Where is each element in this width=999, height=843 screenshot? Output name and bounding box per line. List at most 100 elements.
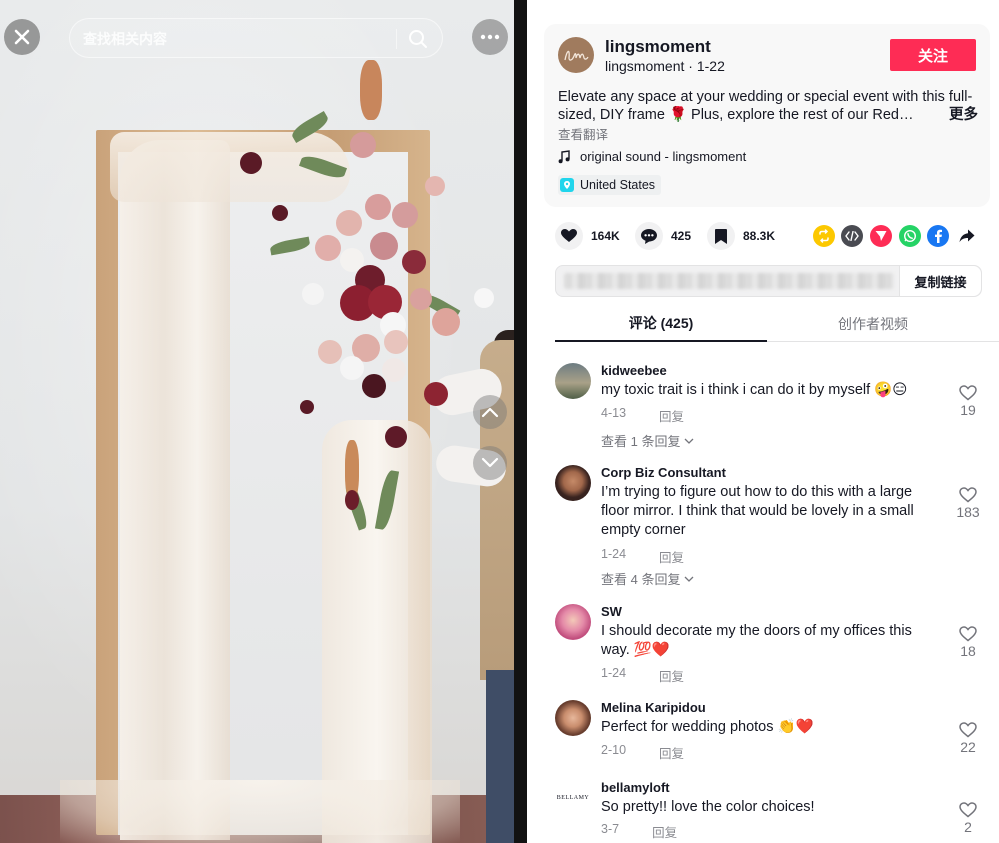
next-video-button[interactable] [473, 446, 507, 480]
comment-like-button[interactable]: 18 [950, 626, 986, 659]
view-replies-label: 查看 1 条回复 [601, 434, 681, 449]
video-drape-left [120, 140, 230, 840]
reply-button[interactable]: 回复 [659, 666, 684, 685]
save-button[interactable]: 88.3K [707, 222, 775, 250]
previous-video-button[interactable] [473, 395, 507, 429]
comment-text: my toxic trait is i think i can do it by… [601, 382, 908, 398]
video-description: Elevate any space at your wedding or spe… [558, 88, 978, 124]
share-more-button[interactable] [956, 225, 978, 247]
reply-button[interactable]: 回复 [652, 822, 677, 841]
commenter-name[interactable]: Corp Biz Consultant [601, 465, 726, 480]
reply-button[interactable]: 回复 [659, 547, 684, 566]
commenter-name[interactable]: SW [601, 604, 622, 619]
whatsapp-icon [903, 229, 917, 243]
follow-button[interactable]: 关注 [890, 39, 976, 71]
like-button[interactable]: 164K [555, 222, 620, 250]
comment-like-count: 19 [960, 402, 976, 418]
comment-item: Melina Karipidou Perfect for wedding pho… [555, 700, 995, 764]
commenter-avatar[interactable] [555, 604, 591, 640]
comment-like-button[interactable]: 2 [950, 802, 986, 835]
comment-count: 425 [671, 229, 692, 243]
description-text: Elevate any space at your wedding or spe… [558, 89, 973, 123]
comment-date: 4-13 [601, 406, 627, 420]
video-drape-floor [60, 780, 460, 843]
post-date: 1-22 [696, 58, 725, 74]
commenter-avatar[interactable] [555, 363, 591, 399]
comment-like-button[interactable]: 183 [950, 487, 986, 520]
comment-button[interactable]: 425 [635, 222, 691, 250]
comment-like-count: 18 [960, 643, 976, 659]
comment-text: Perfect for wedding photos 👏❤️ [601, 719, 814, 735]
reply-button[interactable]: 回复 [659, 406, 684, 425]
tab-creator-videos[interactable]: 创作者视频 [767, 306, 979, 342]
more-options-button[interactable] [472, 19, 508, 55]
translate-link[interactable]: 查看翻译 [558, 124, 608, 143]
chevron-down-icon [481, 457, 499, 468]
reply-button[interactable]: 回复 [659, 743, 684, 762]
chevron-up-icon [481, 407, 499, 418]
video-player[interactable] [0, 0, 514, 843]
comment-like-count: 22 [960, 739, 976, 755]
comment-bubble-icon [635, 222, 663, 250]
more-horizontal-icon [480, 34, 500, 40]
copy-link-button[interactable]: 复制链接 [899, 266, 981, 296]
heart-outline-icon [959, 802, 977, 818]
comment-like-button[interactable]: 19 [950, 385, 986, 418]
comment-like-count: 183 [956, 504, 980, 520]
chevron-down-icon [685, 438, 694, 444]
close-button[interactable] [4, 19, 40, 55]
share-link-bar: 复制链接 [555, 265, 982, 297]
embed-code-icon [845, 231, 859, 241]
comment-meta: 1-24 回复 [601, 666, 684, 685]
commenter-avatar[interactable] [555, 465, 591, 501]
search-input[interactable] [83, 28, 383, 50]
location-pin-icon [560, 178, 574, 192]
heart-icon [555, 222, 583, 250]
embed-button[interactable] [841, 225, 863, 247]
comment-meta: 1-24 回复 [601, 547, 684, 566]
send-icon [875, 231, 887, 241]
location-tag[interactable]: United States [558, 175, 662, 195]
facebook-icon [935, 229, 942, 243]
commenter-name[interactable]: kidweebee [601, 363, 667, 378]
heart-outline-icon [959, 722, 977, 738]
send-to-friends-button[interactable] [870, 225, 892, 247]
close-icon [14, 29, 30, 45]
repost-button[interactable] [813, 225, 835, 247]
comment-date: 1-24 [601, 666, 627, 680]
music-note-icon [558, 149, 570, 163]
comment-meta: 3-7 回复 [601, 822, 677, 841]
comments-tabs: 评论 (425) 创作者视频 [555, 306, 999, 342]
music-link[interactable]: original sound - lingsmoment [558, 149, 746, 164]
comment-date: 1-24 [601, 547, 627, 561]
bookmark-icon [707, 222, 735, 250]
details-panel: lingsmoment lingsmoment · 1-22 关注 Elevat… [527, 0, 999, 843]
search-box[interactable] [69, 18, 443, 58]
commenter-name[interactable]: bellamyloft [601, 780, 670, 795]
commenter-name[interactable]: Melina Karipidou [601, 700, 706, 715]
comment-like-count: 2 [964, 819, 972, 835]
bellamy-logo: BELLAMY [556, 795, 590, 801]
share-link-text-blurred[interactable] [564, 273, 894, 289]
description-more-link[interactable]: 更多 [945, 106, 978, 124]
commenter-avatar[interactable] [555, 700, 591, 736]
chevron-down-icon [685, 576, 694, 582]
share-whatsapp-button[interactable] [899, 225, 921, 247]
comment-date: 2-10 [601, 743, 627, 757]
author-meta: lingsmoment · 1-22 [605, 58, 725, 74]
view-replies-link[interactable]: 查看 4 条回复 [601, 569, 694, 588]
author-handle[interactable]: lingsmoment [605, 58, 684, 74]
share-arrow-icon [959, 229, 975, 243]
tab-comments[interactable]: 评论 (425) [555, 306, 767, 342]
author-name[interactable]: lingsmoment [605, 37, 711, 57]
commenter-avatar[interactable]: BELLAMY [555, 780, 591, 816]
view-replies-link[interactable]: 查看 1 条回复 [601, 431, 694, 450]
author-logo-icon [564, 50, 589, 61]
author-avatar[interactable] [558, 37, 594, 73]
video-info-card: lingsmoment lingsmoment · 1-22 关注 Elevat… [544, 24, 990, 207]
share-facebook-button[interactable] [927, 225, 949, 247]
comment-like-button[interactable]: 22 [950, 722, 986, 755]
comment-meta: 4-13 回复 [601, 406, 684, 425]
search-button[interactable] [406, 27, 430, 51]
music-title: original sound - lingsmoment [580, 149, 747, 164]
